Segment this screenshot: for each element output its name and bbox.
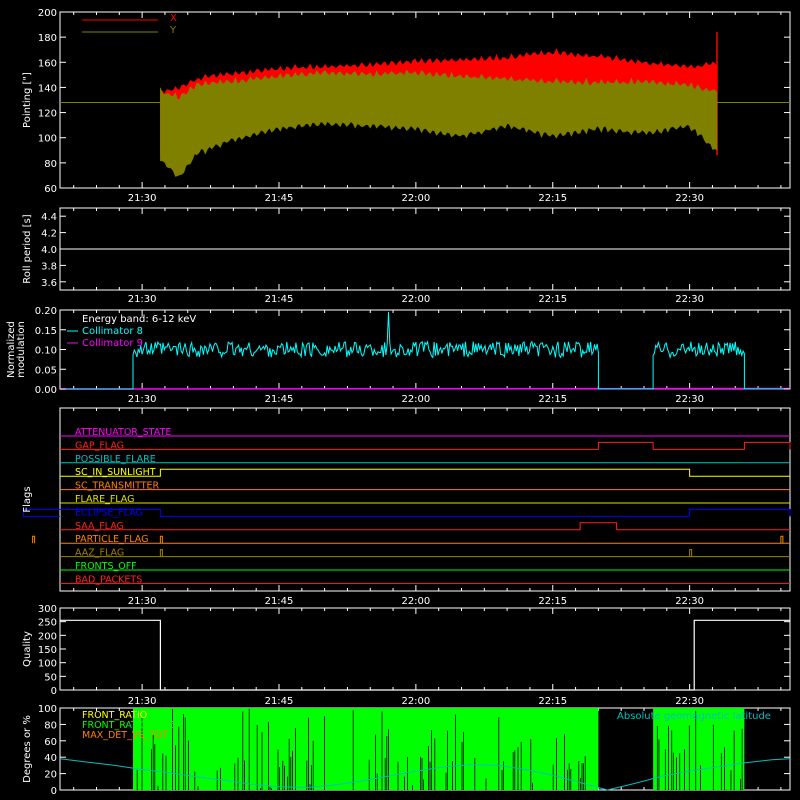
x-tick-label: 22:00 [401,394,430,405]
energy-band-label: Energy band: 6-12 keV [82,314,196,325]
y-tick-label: 100 [38,704,57,715]
y-tick-label: 0 [51,686,57,697]
y-tick-label: 3.6 [41,278,57,289]
y-tick-label: 140 [38,83,57,94]
y-tick-label: 40 [44,753,57,764]
x-tick-label: 21:45 [265,193,294,204]
y-tick-label: 120 [38,109,57,120]
flag-label-sc_transmitter: SC_TRANSMITTER [75,481,160,492]
flag-label-fronts_off: FRONTS_OFF [75,561,137,572]
y-axis-label: Pointing ["] [22,72,33,128]
x-tick-label: 22:30 [675,294,704,305]
flag-label-gap_flag: GAP_FLAG [75,440,124,451]
flag-label-attenuator_state: ATTENUATOR_STATE [75,427,171,438]
flag-label-sc_in_sunlight: SC_IN_SUNLIGHT [75,467,156,478]
latitude-label: Absolute geomagnetic latitude [617,711,771,722]
flag-label-eclipse_flag: ECLIPSE_FLAG [75,507,143,518]
spacecraft-monitoring-chart: XY6080100120140160180200Pointing ["]21:3… [0,0,800,800]
x-tick-label: 21:30 [128,193,157,204]
y-tick-label: 150 [38,645,57,656]
x-tick-label: 21:45 [265,596,294,607]
flag-label-saa_flag: SAA_FLAG [75,521,124,532]
y-axis: Flags [22,486,33,512]
flag-label-flare_flag: FLARE_FLAG [75,494,135,505]
y-tick-label: 50 [44,672,57,683]
y-tick-label: 0.15 [35,326,57,337]
y-tick-label: 4.0 [41,245,57,256]
panel-6: FRONT_RATIOFRONT_RATIO_1225MAX_DET_VS_TO… [59,707,791,791]
y-tick-label: 60 [44,737,57,748]
y-tick-label: 200 [38,631,57,642]
y-axis-label: modulation [16,321,27,378]
x-tick-label: 22:30 [675,596,704,607]
flag-label-bad_packets: BAD_PACKETS [75,574,142,585]
y-axis-label: Quality [22,631,33,667]
y-tick-label: 180 [38,33,57,44]
y-tick-label: 0.05 [35,365,57,376]
x-tick-label: 22:30 [675,394,704,405]
x-tick-label: 22:15 [538,696,567,707]
x-tick-label: 21:30 [128,696,157,707]
y-tick-label: 100 [38,659,57,670]
y-tick-label: 20 [44,770,57,781]
x-tick-label: 21:30 [128,596,157,607]
x-tick-label: 22:00 [401,294,430,305]
x-tick-label: 22:00 [401,193,430,204]
legend-label-X: X [170,13,177,24]
x-tick-label: 21:45 [265,394,294,405]
y-tick-label: 0.00 [35,385,57,396]
y-tick-label: 0.20 [35,306,57,317]
y-axis-label: Degrees or % [22,715,33,783]
y-tick-label: 250 [38,618,57,629]
x-tick-label: 22:15 [538,596,567,607]
x-tick-label: 22:30 [675,193,704,204]
y-axis-label: Flags [22,486,33,512]
x-tick-label: 21:30 [128,394,157,405]
flag-label-particle_flag: PARTICLE_FLAG [75,534,148,545]
y-tick-label: 160 [38,58,57,69]
legend-label-Collimator 8: Collimator 8 [82,326,143,337]
legend-label-max_det_vs_tot: MAX_DET_VS_TOT [82,730,168,741]
y-axis-label: Roll period [s] [22,214,33,283]
flag-label-aaz_flag: AAZ_FLAG [75,548,124,559]
legend-label-Y: Y [169,25,177,36]
y-tick-label: 4.4 [41,212,57,223]
x-tick-label: 22:15 [538,394,567,405]
x-tick-label: 22:30 [675,696,704,707]
collimator-9-line [59,387,791,390]
y-tick-label: 200 [38,8,57,19]
flag-label-possible_flare: POSSIBLE_FLARE [75,454,156,465]
x-tick-label: 21:45 [265,294,294,305]
y-tick-label: 0 [51,786,57,797]
x-tick-label: 22:00 [401,696,430,707]
x-tick-label: 21:45 [265,696,294,707]
y-tick-label: 100 [38,134,57,145]
y-tick-label: 3.8 [41,261,57,272]
y-tick-label: 80 [44,720,57,731]
y-tick-label: 80 [44,159,57,170]
x-tick-label: 22:00 [401,596,430,607]
x-tick-label: 22:15 [538,294,567,305]
y-tick-label: 4.2 [41,229,57,240]
x-tick-label: 21:30 [128,294,157,305]
y-tick-label: 0.10 [35,346,57,357]
y-tick-label: 60 [44,184,57,195]
x-tick-label: 22:15 [538,193,567,204]
legend-label-Collimator 9: Collimator 9 [82,338,143,349]
y-tick-label: 300 [38,604,57,615]
